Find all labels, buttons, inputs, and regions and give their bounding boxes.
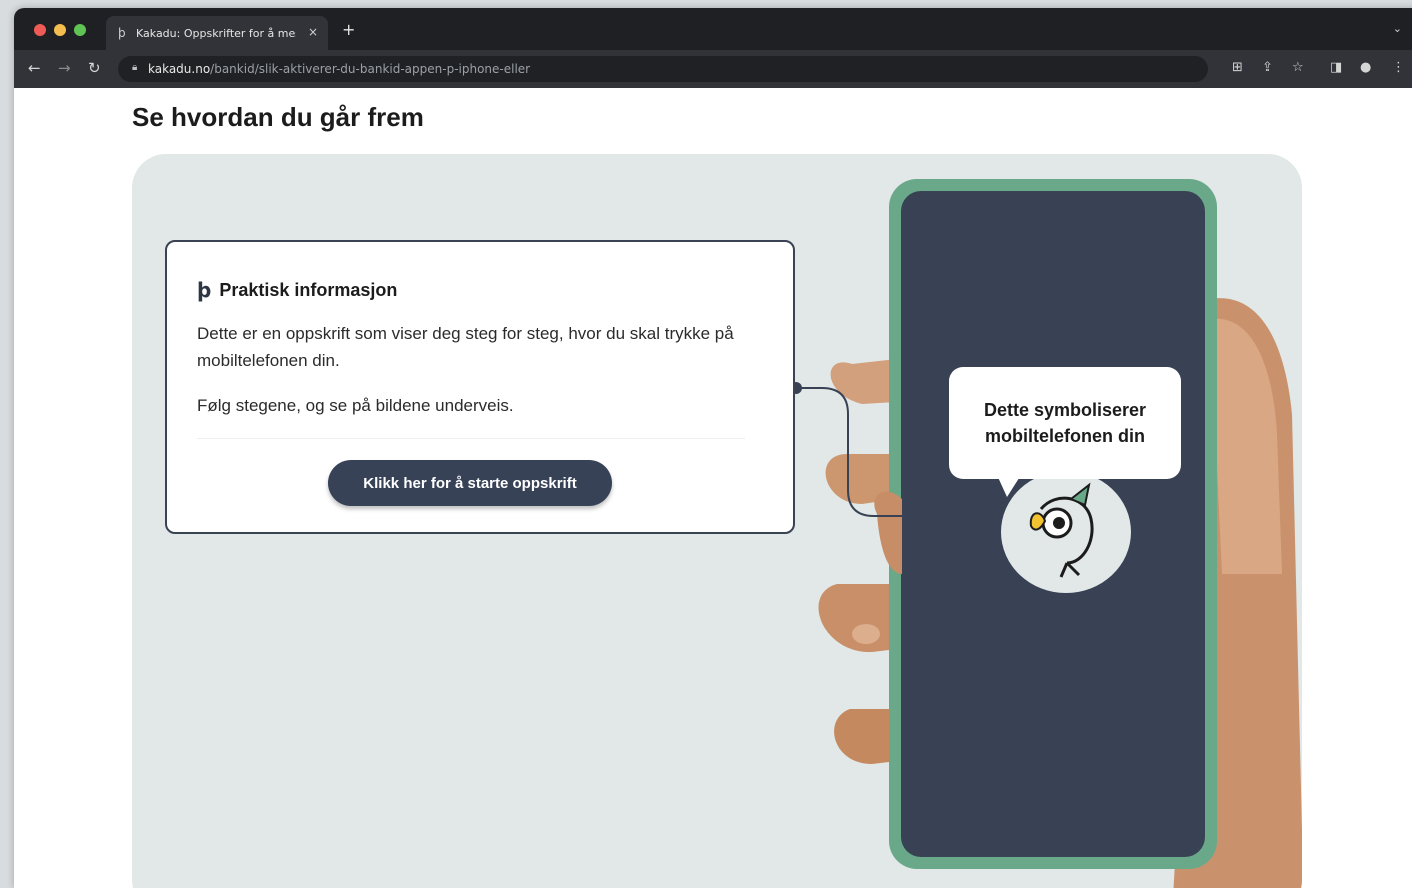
address-bar[interactable]: 🔒︎ kakadu.no/bankid/slik-aktiverer-du-ba… xyxy=(118,56,1208,82)
minimize-window-button[interactable] xyxy=(54,24,66,36)
maximize-window-button[interactable] xyxy=(74,24,86,36)
url-path: /bankid/slik-aktiverer-du-bankid-appen-p… xyxy=(210,62,531,76)
more-menu-icon[interactable]: ⋮ xyxy=(1392,60,1405,75)
profile-icon[interactable]: ● xyxy=(1360,60,1371,75)
info-card: ϸ Praktisk informasjon Dette er en oppsk… xyxy=(165,240,795,534)
tab-close-icon[interactable]: × xyxy=(308,25,318,39)
forward-arrow-icon[interactable]: → xyxy=(58,59,71,77)
back-arrow-icon[interactable]: ← xyxy=(28,59,41,77)
page-content: Se hvordan du går frem Dette symbolisere… xyxy=(14,88,1412,888)
info-card-header: ϸ Praktisk informasjon xyxy=(197,278,397,302)
tab-bar: ϸ Kakadu: Oppskrifter for å mes × + ⌄ xyxy=(14,8,1412,50)
info-paragraph-2: Følg stegene, og se på bildene underveis… xyxy=(197,396,514,415)
translate-icon[interactable]: ⊞ xyxy=(1232,60,1243,75)
browser-window: ϸ Kakadu: Oppskrifter for å mes × + ⌄ ← … xyxy=(14,8,1412,888)
close-window-button[interactable] xyxy=(34,24,46,36)
illustration-stage: Dette symboliserer mobiltelefonen din ϸ xyxy=(132,154,1302,888)
info-card-heading: Praktisk informasjon xyxy=(219,279,398,300)
bookmark-star-icon[interactable]: ☆ xyxy=(1292,60,1304,75)
info-paragraph-1: Dette er en oppskrift som viser deg steg… xyxy=(197,324,734,370)
lock-icon: 🔒︎ xyxy=(132,62,138,73)
new-tab-button[interactable]: + xyxy=(342,20,355,39)
url-text[interactable]: kakadu.no/bankid/slik-aktiverer-du-banki… xyxy=(148,62,530,76)
navigation-bar: ← → ↻ 🔒︎ kakadu.no/bankid/slik-aktiverer… xyxy=(14,50,1412,88)
tab-kakadu[interactable]: ϸ Kakadu: Oppskrifter for å mes × xyxy=(106,16,328,50)
tab-title: Kakadu: Oppskrifter for å mes xyxy=(136,27,296,40)
url-domain: kakadu.no xyxy=(148,62,211,76)
share-icon[interactable]: ⇪ xyxy=(1262,60,1273,75)
page-title: Se hvordan du går frem xyxy=(132,102,424,132)
reload-icon[interactable]: ↻ xyxy=(88,59,101,77)
divider xyxy=(197,438,745,439)
tab-menu-chevron-icon[interactable]: ⌄ xyxy=(1393,22,1402,35)
sidebar-icon[interactable]: ◨ xyxy=(1330,60,1342,75)
kakadu-logo-icon: ϸ xyxy=(197,278,212,302)
kakadu-favicon-icon: ϸ xyxy=(118,26,126,40)
start-recipe-button[interactable]: Klikk her for å starte oppskrift xyxy=(328,460,612,506)
